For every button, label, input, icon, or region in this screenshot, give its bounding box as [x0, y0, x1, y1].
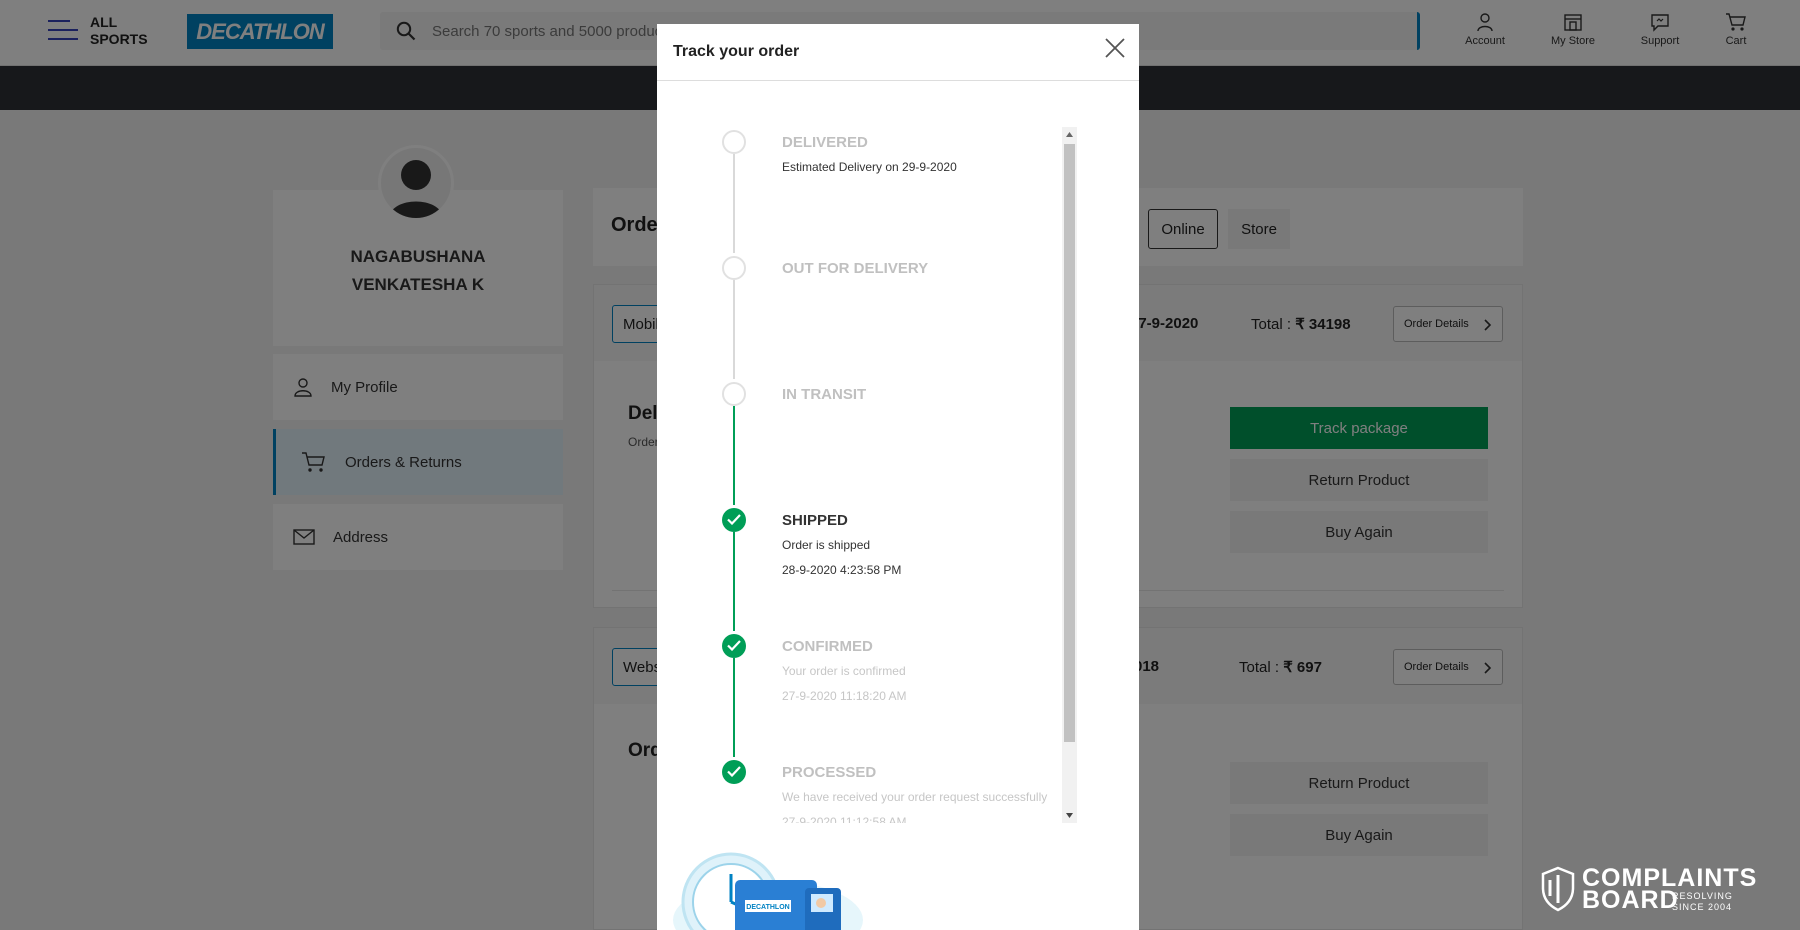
step-detail: Your order is confirmed	[782, 664, 906, 678]
timeline-step-delivered: DELIVERED Estimated Delivery on 29-9-202…	[707, 127, 1064, 247]
timeline-step-processed: PROCESSED We have received your order re…	[707, 757, 1064, 823]
watermark-line2: BOARD	[1582, 886, 1679, 914]
watermark-tag1: RESOLVING	[1672, 891, 1733, 901]
timeline-step-shipped: SHIPPED Order is shipped 28-9-2020 4:23:…	[707, 505, 1064, 625]
truck-logo-text: DECATHLON	[746, 904, 789, 911]
step-pending-icon	[722, 130, 746, 154]
step-title: CONFIRMED	[782, 638, 873, 655]
timeline-step-out-for-delivery: OUT FOR DELIVERY	[707, 253, 1064, 373]
check-icon	[722, 508, 746, 532]
timeline-scrollbar[interactable]	[1062, 127, 1077, 823]
modal-title: Track your order	[673, 43, 800, 60]
step-title: OUT FOR DELIVERY	[782, 260, 929, 277]
step-title: PROCESSED	[782, 764, 877, 781]
scroll-down-arrow-icon[interactable]	[1062, 808, 1077, 823]
step-detail: Order is shipped	[782, 538, 871, 552]
step-timestamp: 27-9-2020 11:12:58 AM	[782, 815, 907, 823]
step-title: DELIVERED	[782, 134, 868, 151]
scrollbar-thumb[interactable]	[1064, 144, 1075, 742]
check-icon	[722, 634, 746, 658]
check-icon	[722, 760, 746, 784]
step-pending-icon	[722, 256, 746, 280]
tracking-timeline[interactable]: DELIVERED Estimated Delivery on 29-9-202…	[707, 127, 1064, 823]
timeline-step-confirmed: CONFIRMED Your order is confirmed 27-9-2…	[707, 631, 1064, 751]
track-order-modal: Track your order DELIVERED Estimated Del…	[657, 24, 1139, 930]
close-icon[interactable]	[1103, 36, 1127, 60]
step-timestamp: 27-9-2020 11:18:20 AM	[782, 689, 907, 703]
complaints-board-watermark: COMPLAINTS BOARD RESOLVING SINCE 2004	[1536, 864, 1756, 914]
step-title: SHIPPED	[782, 512, 848, 529]
step-timestamp: 28-9-2020 4:23:58 PM	[782, 563, 902, 577]
shield-icon	[1541, 866, 1575, 912]
step-detail: Estimated Delivery on 29-9-2020	[782, 160, 957, 174]
delivery-truck-illustration: DECATHLON	[673, 852, 863, 930]
step-detail: We have received your order request succ…	[782, 790, 1048, 804]
modal-header: Track your order	[657, 24, 1139, 81]
watermark-tag2: SINCE 2004	[1672, 902, 1733, 912]
timeline-step-in-transit: IN TRANSIT	[707, 379, 1064, 499]
step-pending-icon	[722, 382, 746, 406]
scroll-up-arrow-icon[interactable]	[1062, 127, 1077, 142]
step-title: IN TRANSIT	[782, 386, 867, 403]
